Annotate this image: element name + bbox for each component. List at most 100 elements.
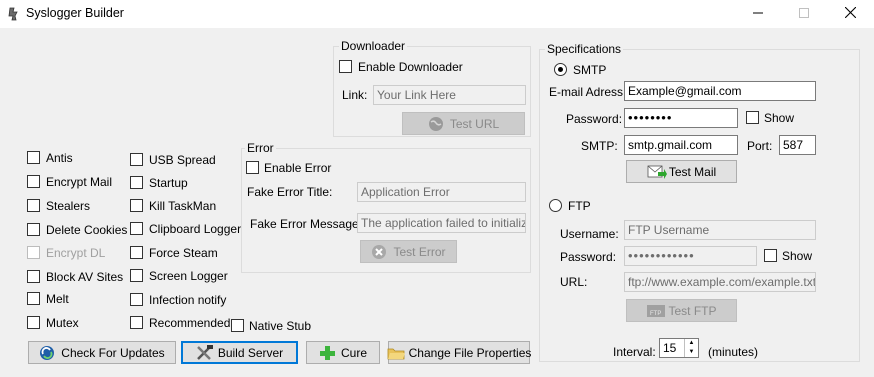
fake-error-message-label: Fake Error Message: (250, 217, 363, 231)
fake-error-message-input[interactable]: The application failed to initialize pr (357, 213, 526, 233)
build-server-button[interactable]: Build Server (181, 341, 298, 364)
error-group-title: Error (245, 141, 276, 155)
clipboard-logger-checkbox[interactable] (130, 222, 143, 235)
antis-label: Antis (46, 151, 73, 165)
interval-spin-arrows[interactable]: ▲ ▼ (684, 339, 698, 357)
plus-icon (319, 345, 335, 361)
mail-send-icon (647, 164, 667, 180)
recommended-checkbox[interactable] (130, 316, 143, 329)
block-av-sites-checkbox[interactable] (27, 270, 40, 283)
delete-cookies-label: Delete Cookies (46, 223, 128, 237)
usb-spread-label: USB Spread (149, 153, 216, 167)
test-ftp-button[interactable]: FTP Test FTP (626, 299, 737, 322)
enable-downloader-label: Enable Downloader (358, 60, 463, 74)
ftp-show-password-checkbox[interactable] (764, 249, 777, 262)
delete-cookies-checkbox[interactable] (27, 223, 40, 236)
ftp-username-label: Username: (560, 227, 619, 241)
interval-label: Interval: (613, 345, 656, 359)
test-ftp-label: Test FTP (668, 303, 717, 318)
svg-text:FTP: FTP (650, 311, 661, 317)
melt-label: Melt (46, 292, 69, 306)
test-mail-button[interactable]: Test Mail (626, 160, 737, 183)
mutex-label: Mutex (46, 316, 79, 330)
ftp-url-label: URL: (560, 275, 588, 289)
update-icon (39, 345, 55, 361)
encrypt-mail-checkbox[interactable] (27, 175, 40, 188)
enable-error-label: Enable Error (264, 161, 332, 175)
smtp-show-password-label: Show (764, 111, 795, 125)
startup-label: Startup (149, 176, 188, 190)
cure-label: Cure (340, 345, 367, 360)
ftp-username-input[interactable]: FTP Username (624, 220, 816, 240)
mutex-checkbox[interactable] (27, 316, 40, 329)
minimize-button[interactable] (735, 0, 781, 28)
infection-notify-checkbox[interactable] (130, 293, 143, 306)
window-title: Syslogger Builder (26, 6, 124, 20)
smtp-server-label: SMTP: (581, 139, 618, 153)
infection-notify-label: Infection notify (149, 293, 227, 307)
test-url-button[interactable]: Test URL (402, 112, 525, 135)
smtp-password-input[interactable]: •••••••• (624, 108, 738, 128)
email-input[interactable]: Example@gmail.com (624, 81, 816, 101)
interval-spinner[interactable]: 15 ▲ ▼ (659, 338, 699, 358)
close-button[interactable] (827, 0, 873, 28)
smtp-radio[interactable] (554, 63, 567, 76)
native-stub-label: Native Stub (249, 319, 312, 333)
app-icon (8, 7, 18, 21)
interval-value: 15 (663, 341, 677, 355)
ftp-url-input[interactable]: ftp://www.example.com/example.txt (624, 272, 816, 292)
downloader-group-title: Downloader (339, 39, 408, 53)
error-icon (371, 244, 387, 260)
email-label: E-mail Adress: (549, 85, 627, 99)
kill-taskman-label: Kill TaskMan (149, 199, 217, 213)
screen-logger-label: Screen Logger (149, 269, 228, 283)
startup-checkbox[interactable] (130, 176, 143, 189)
change-file-properties-button[interactable]: Change File Properties (387, 341, 531, 364)
folder-icon (387, 345, 405, 361)
maximize-icon (799, 8, 809, 18)
usb-spread-checkbox[interactable] (130, 153, 143, 166)
check-for-updates-button[interactable]: Check For Updates (28, 341, 176, 364)
test-error-label: Test Error (393, 244, 446, 259)
interval-unit-label: (minutes) (708, 345, 759, 359)
ftp-radio-label: FTP (568, 199, 591, 213)
minimize-icon (753, 12, 763, 14)
force-steam-checkbox[interactable] (130, 246, 143, 259)
link-input[interactable]: Your Link Here (373, 85, 526, 105)
encrypt-dl-label: Encrypt DL (46, 246, 106, 260)
build-tools-icon (196, 344, 213, 361)
smtp-server-input[interactable]: smtp.gmail.com (624, 135, 738, 155)
enable-error-checkbox[interactable] (246, 161, 259, 174)
antis-checkbox[interactable] (27, 151, 40, 164)
ftp-radio[interactable] (549, 199, 562, 212)
title-bar: Syslogger Builder (0, 0, 874, 28)
melt-checkbox[interactable] (27, 292, 40, 305)
ftp-password-input[interactable]: •••••••••••• (624, 246, 757, 266)
stealers-checkbox[interactable] (27, 199, 40, 212)
test-mail-label: Test Mail (668, 164, 717, 179)
fake-error-title-input[interactable]: Application Error (357, 182, 526, 202)
specifications-group-title: Specifications (545, 42, 624, 56)
spin-down-icon[interactable]: ▼ (685, 348, 698, 357)
build-server-label: Build Server (217, 345, 284, 360)
encrypt-dl-checkbox[interactable] (27, 246, 40, 259)
test-url-label: Test URL (449, 116, 500, 131)
spin-up-icon[interactable]: ▲ (685, 339, 698, 348)
native-stub-checkbox[interactable] (231, 319, 244, 332)
clipboard-logger-label: Clipboard Logger (149, 222, 242, 236)
kill-taskman-checkbox[interactable] (130, 199, 143, 212)
ftp-show-password-label: Show (782, 249, 813, 263)
enable-downloader-checkbox[interactable] (339, 60, 352, 73)
force-steam-label: Force Steam (149, 246, 218, 260)
maximize-button[interactable] (781, 0, 827, 28)
globe-icon (428, 116, 444, 132)
smtp-show-password-checkbox[interactable] (746, 111, 759, 124)
port-input[interactable]: 587 (779, 135, 816, 155)
screen-logger-checkbox[interactable] (130, 269, 143, 282)
fake-error-title-label: Fake Error Title: (247, 185, 333, 199)
smtp-radio-label: SMTP (573, 63, 607, 77)
port-label: Port: (747, 139, 773, 153)
smtp-password-label: Password: (566, 112, 623, 126)
cure-button[interactable]: Cure (306, 341, 380, 364)
test-error-button[interactable]: Test Error (360, 240, 457, 263)
